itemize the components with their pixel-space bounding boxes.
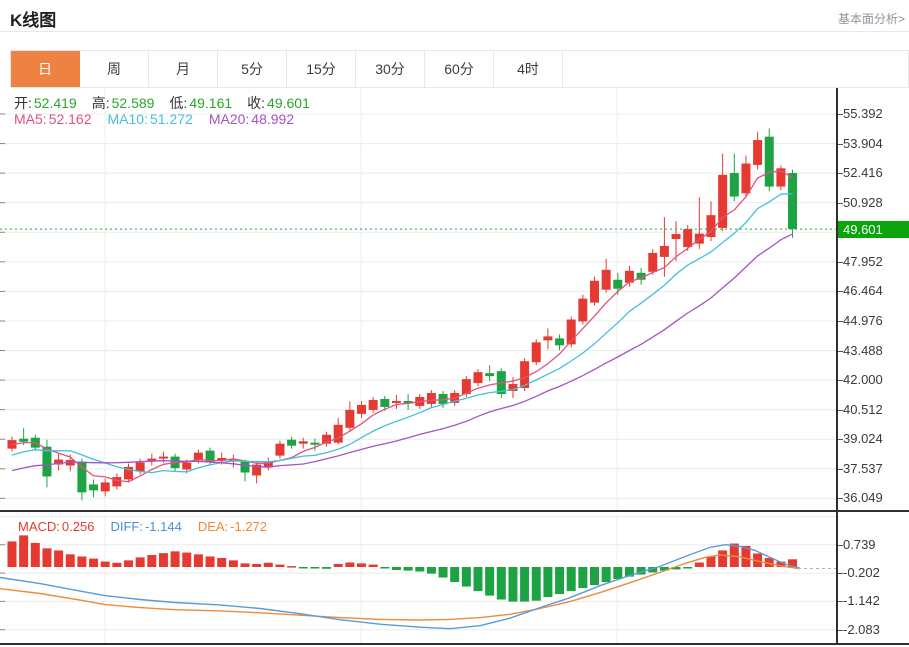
tab-period-1[interactable]: 日 <box>11 51 80 87</box>
ma-item-2: MA20:48.992 <box>209 111 294 127</box>
ohlc-item-0: 开:52.419 <box>14 93 77 113</box>
ma-readout: MA5:52.162 MA10:51.272 MA20:48.992 <box>14 111 294 127</box>
tab-period-6[interactable]: 30分 <box>356 51 425 87</box>
main-axis-label-11: 37.537 <box>843 461 883 476</box>
main-axis-label-2: 52.416 <box>843 165 883 180</box>
macd-chart-canvas[interactable] <box>0 516 836 645</box>
ma20-line <box>12 234 793 471</box>
main-gridlines <box>0 88 836 510</box>
macd-readout: MACD:0.256 DIFF:-1.144 DEA:-1.272 <box>18 519 267 534</box>
macd-axis-label-1: -0.202 <box>843 565 880 580</box>
tab-period-4[interactable]: 5分 <box>218 51 287 87</box>
macd-axis-label-2: -1.142 <box>843 593 880 608</box>
main-axis-label-6: 44.976 <box>843 313 883 328</box>
period-tabbar: 日周月5分15分30分60分4时 <box>10 50 909 88</box>
ohlc-item-2: 低:49.161 <box>169 93 232 113</box>
macd-axis-label-3: -2.083 <box>843 622 880 637</box>
main-axis-label-9: 40.512 <box>843 402 883 417</box>
tab-period-8[interactable]: 4时 <box>494 51 563 87</box>
ohlc-item-1: 高:52.589 <box>92 93 155 113</box>
macd-item-1: DIFF:-1.144 <box>110 519 181 534</box>
ma-item-1: MA10:51.272 <box>108 111 193 127</box>
main-axis-label-7: 43.488 <box>843 343 883 358</box>
tab-period-7[interactable]: 60分 <box>425 51 494 87</box>
macd-axis-label-0: 0.739 <box>843 537 876 552</box>
main-axis-label-0: 55.392 <box>843 106 883 121</box>
tab-period-3[interactable]: 月 <box>149 51 218 87</box>
header-divider <box>0 31 909 32</box>
fundamental-analysis-link[interactable]: 基本面分析> <box>838 10 905 27</box>
macd-item-0: MACD:0.256 <box>18 519 94 534</box>
last-price-tag: 49.601 <box>838 221 909 238</box>
ma-item-0: MA5:52.162 <box>14 111 92 127</box>
main-axis-label-10: 39.024 <box>843 431 883 446</box>
macd-histogram <box>8 535 798 601</box>
main-axis-label-4: 47.952 <box>843 254 883 269</box>
macd-item-2: DEA:-1.272 <box>198 519 267 534</box>
price-axis-line <box>836 88 838 645</box>
tab-period-5[interactable]: 15分 <box>287 51 356 87</box>
main-axis-label-8: 42.000 <box>843 372 883 387</box>
candlestick-chart-canvas[interactable] <box>0 88 836 510</box>
ma5-line <box>12 171 793 482</box>
page-title: K线图 <box>10 6 56 31</box>
candles <box>8 128 798 500</box>
macd-gridlines <box>0 516 836 645</box>
main-axis-label-1: 53.904 <box>843 136 883 151</box>
tab-period-2[interactable]: 周 <box>80 51 149 87</box>
main-axis-label-3: 50.928 <box>843 195 883 210</box>
kline-page: K线图 基本面分析> 日周月5分15分30分60分4时 开:52.419 高:52… <box>0 0 909 647</box>
ohlc-item-3: 收:49.601 <box>247 93 310 113</box>
main-axis-label-12: 36.049 <box>843 490 883 505</box>
panel-separator <box>0 510 909 512</box>
diff-line <box>0 545 800 629</box>
main-axis-label-5: 46.464 <box>843 283 883 298</box>
ohlc-readout: 开:52.419 高:52.589 低:49.161 收:49.601 <box>14 93 310 113</box>
chart-bottom-border <box>0 643 909 645</box>
